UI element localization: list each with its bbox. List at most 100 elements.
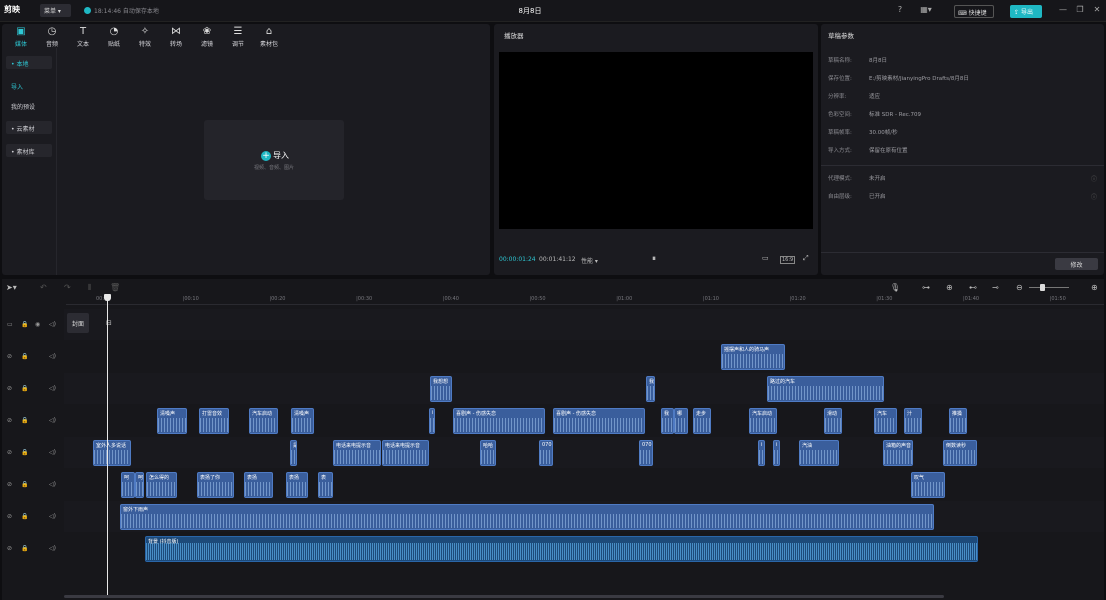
audio-clip[interactable]: 清嗓声 — [291, 408, 314, 434]
undo-icon[interactable]: ↶ — [40, 283, 47, 292]
align-icon[interactable]: ⊸ — [992, 283, 999, 292]
lock-icon[interactable]: 🔒 — [21, 321, 28, 328]
audio-clip[interactable]: 070 — [539, 440, 553, 466]
track-lane[interactable] — [64, 309, 1104, 340]
lock-icon[interactable]: 🔒 — [21, 481, 28, 488]
sidebar-item-local[interactable]: • 本地 — [6, 56, 52, 69]
speaker-icon[interactable]: ◁) — [49, 449, 56, 456]
export-button[interactable]: ⇪ 导出 — [1010, 5, 1042, 18]
audio-clip[interactable]: 070 — [639, 440, 653, 466]
audio-clip[interactable]: 窗外下雨声 — [120, 504, 934, 530]
audio-clip[interactable]: 汽车 — [874, 408, 897, 434]
import-area[interactable]: + 导入 视频、音频、图片 — [204, 120, 344, 200]
audio-clip[interactable]: 表扬了你 — [197, 472, 234, 498]
close-icon[interactable]: ✕ — [1091, 5, 1103, 17]
speaker-icon[interactable]: ◁) — [49, 481, 56, 488]
help-icon[interactable]: ? — [894, 5, 906, 17]
zoom-slider-track[interactable] — [1029, 287, 1069, 288]
quality-icon[interactable]: ▭ — [762, 254, 769, 262]
audio-clip[interactable]: 走步 — [693, 408, 711, 434]
audio-clip[interactable]: 怎么得的 — [146, 472, 177, 498]
audio-clip[interactable]: i — [429, 408, 435, 434]
tab-adjust[interactable]: ☰ 调节 — [224, 26, 252, 48]
time-ruler[interactable] — [66, 295, 1104, 305]
music-clip[interactable]: 背景 (抖音版) — [145, 536, 978, 562]
audio-clip[interactable]: 呵 — [135, 472, 144, 498]
audio-clip[interactable]: 哈哈 — [480, 440, 496, 466]
lock-icon[interactable]: 🔒 — [21, 353, 28, 360]
link-icon[interactable]: ⊶ — [922, 283, 930, 292]
ratio-button[interactable]: 16:9 — [780, 256, 796, 264]
info-icon[interactable]: ⓘ — [1091, 174, 1097, 183]
zoom-slider-knob[interactable] — [1040, 284, 1045, 291]
audio-clip[interactable]: 清嗓声 — [157, 408, 187, 434]
split-icon[interactable]: ⦀ — [88, 283, 92, 293]
info-icon[interactable]: ⓘ — [1091, 192, 1097, 201]
audio-clip[interactable]: 摇摆声和人的骑马声 — [721, 344, 785, 370]
layout-icon[interactable]: ▦▾ — [914, 5, 938, 17]
redo-icon[interactable]: ↷ — [64, 283, 71, 292]
audio-clip[interactable]: i — [758, 440, 765, 466]
snap-icon[interactable]: ⊕ — [946, 283, 953, 292]
speaker-icon[interactable]: ◁) — [49, 513, 56, 520]
audio-clip[interactable]: 汽车启动 — [249, 408, 278, 434]
audio-clip[interactable]: 呵 — [121, 472, 135, 498]
audio-clip[interactable]: 喜剧声 - 伤感失恋 — [553, 408, 645, 434]
zoom-in-icon[interactable]: ⊕ — [1091, 283, 1098, 292]
audio-clip[interactable]: 叹气 — [911, 472, 945, 498]
audio-clip[interactable]: 汁 — [904, 408, 922, 434]
lock-icon[interactable]: 🔒 — [21, 449, 28, 456]
audio-clip[interactable]: i — [773, 440, 780, 466]
tab-text[interactable]: T 文本 — [69, 26, 97, 48]
preview-screen[interactable] — [499, 52, 813, 229]
fullscreen-icon[interactable]: ⤢ — [803, 254, 809, 263]
sidebar-item-cloud[interactable]: • 云素材 — [6, 121, 52, 134]
performance-dropdown[interactable]: 性能 ▾ — [581, 256, 598, 265]
audio-clip[interactable]: 哪 — [674, 408, 688, 434]
audio-clip[interactable]: 路过的汽车 — [767, 376, 884, 402]
speaker-icon[interactable]: ◁) — [49, 385, 56, 392]
timeline-scrollbar[interactable] — [64, 595, 944, 598]
speaker-icon[interactable]: ◁) — [49, 321, 56, 328]
audio-clip[interactable]: 倒数读秒 — [943, 440, 977, 466]
audio-clip[interactable]: 打雷音效 — [199, 408, 229, 434]
track-lane[interactable] — [64, 341, 1104, 372]
tab-media[interactable]: ▣ 媒体 — [7, 26, 35, 48]
shortcut-button[interactable]: ⌨ 快捷键 — [954, 5, 994, 18]
track-lane[interactable] — [64, 373, 1104, 404]
preview-axis-icon[interactable]: ⊷ — [969, 283, 977, 292]
audio-clip[interactable]: 我 — [646, 376, 655, 402]
cover-button[interactable]: 封面 — [67, 313, 89, 333]
audio-clip[interactable]: 滑动 — [824, 408, 842, 434]
audio-clip[interactable]: 电话来电提示音 — [333, 440, 381, 466]
speaker-icon[interactable]: ◁) — [49, 353, 56, 360]
audio-clip[interactable]: 是 — [290, 440, 297, 466]
audio-clip[interactable]: 我 — [661, 408, 674, 434]
audio-clip[interactable]: 电话来电提示音 — [382, 440, 429, 466]
microphone-icon[interactable]: 🎙 — [890, 283, 900, 292]
tab-sticker[interactable]: ◔ 贴纸 — [100, 26, 128, 48]
lock-icon[interactable]: 🔒 — [21, 417, 28, 424]
menu-button[interactable]: 菜单 ▾ — [40, 4, 71, 17]
modify-button[interactable]: 修改 — [1055, 258, 1098, 270]
tab-package[interactable]: ⌂ 素材包 — [255, 26, 283, 48]
audio-clip[interactable]: 表扬 — [244, 472, 273, 498]
minimize-icon[interactable]: — — [1057, 5, 1069, 17]
audio-clip[interactable]: 汽油 — [799, 440, 839, 466]
lock-icon[interactable]: 🔒 — [21, 385, 28, 392]
tab-effects[interactable]: ✧ 特效 — [131, 26, 159, 48]
select-tool-icon[interactable]: ➤▾ — [6, 283, 17, 292]
import-button[interactable]: + 导入 — [261, 150, 289, 161]
maximize-icon[interactable]: ❐ — [1074, 5, 1086, 17]
eye-icon[interactable]: ◉ — [35, 321, 40, 328]
playhead[interactable] — [107, 296, 108, 596]
audio-clip[interactable]: 推搡 — [949, 408, 967, 434]
audio-clip[interactable]: 我想想 — [430, 376, 452, 402]
sidebar-item-import[interactable]: 导入 — [6, 79, 52, 92]
speaker-icon[interactable]: ◁) — [49, 545, 56, 552]
delete-icon[interactable]: 🗑 — [110, 283, 120, 292]
sidebar-item-presets[interactable]: 我的预设 — [6, 99, 52, 112]
tab-filter[interactable]: ❀ 滤镜 — [193, 26, 221, 48]
audio-clip[interactable]: 室外人多说话 — [93, 440, 131, 466]
audio-clip[interactable]: 喜剧声 - 伤感失恋 — [453, 408, 545, 434]
